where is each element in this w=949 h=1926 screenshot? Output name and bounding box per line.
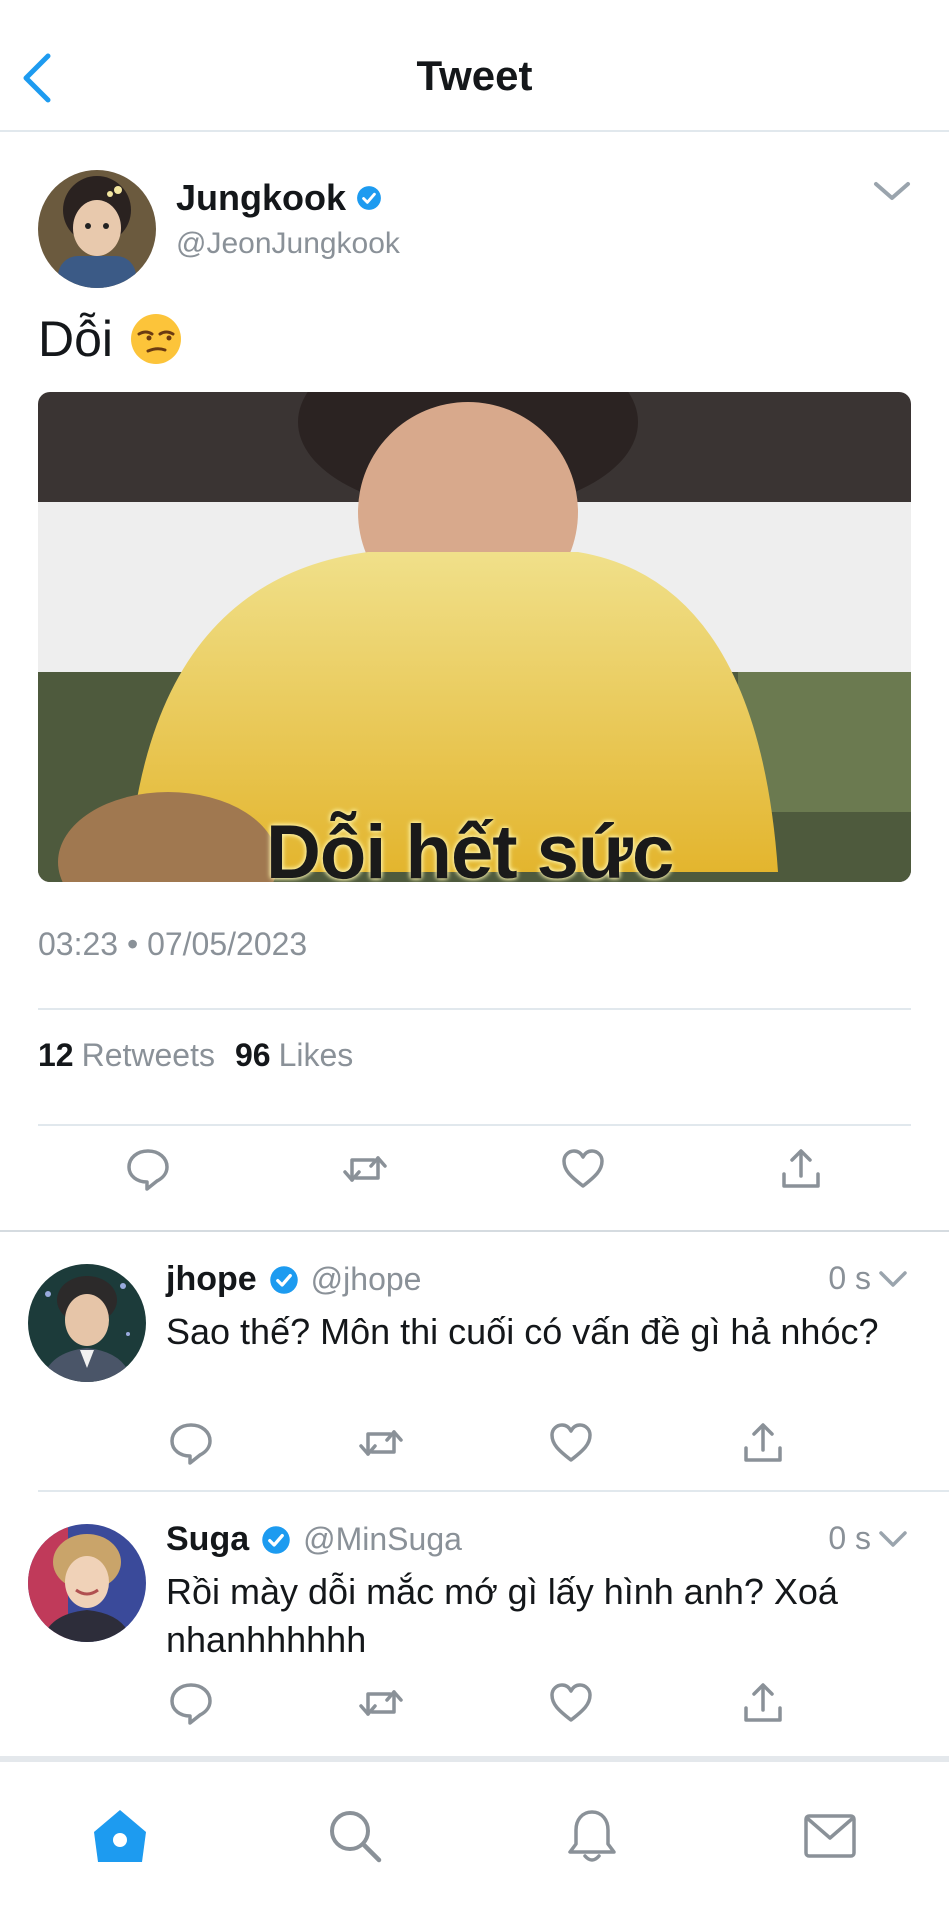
retweet-icon bbox=[359, 1430, 403, 1456]
retweet-button[interactable] bbox=[358, 1420, 404, 1466]
retweet-icon bbox=[359, 1690, 403, 1716]
bell-icon bbox=[568, 1810, 616, 1862]
reply-tweet[interactable]: Suga @MinSuga 0 s Rồi mày dỗi mắc mớ gì … bbox=[0, 1492, 949, 1750]
retweet-button[interactable] bbox=[342, 1146, 388, 1192]
author-name[interactable]: Jungkook bbox=[176, 177, 382, 219]
reply-time: 0 s bbox=[828, 1520, 909, 1557]
avatar-image bbox=[28, 1264, 146, 1382]
reply-time: 0 s bbox=[828, 1260, 909, 1297]
chevron-down-icon bbox=[874, 182, 910, 200]
tweet-stats: 12 Retweets 96 Likes bbox=[38, 1037, 353, 1074]
page-title: Tweet bbox=[416, 52, 533, 99]
reply-button[interactable] bbox=[168, 1680, 214, 1726]
reply-author-handle: @MinSuga bbox=[303, 1521, 462, 1557]
reply-time-text: 0 s bbox=[828, 1520, 871, 1556]
verified-badge-icon bbox=[262, 1525, 290, 1554]
avatar[interactable] bbox=[28, 1264, 146, 1382]
retweets-count[interactable]: 12 bbox=[38, 1037, 74, 1074]
tweet-actions bbox=[0, 1132, 949, 1212]
mail-icon bbox=[804, 1814, 856, 1858]
share-icon bbox=[744, 1423, 782, 1462]
retweet-icon bbox=[343, 1156, 387, 1182]
reply-icon bbox=[170, 1683, 212, 1725]
heart-icon bbox=[550, 1423, 592, 1462]
reply-icon bbox=[170, 1423, 212, 1465]
reply-author-name: Suga bbox=[166, 1520, 250, 1558]
share-button[interactable] bbox=[740, 1420, 786, 1466]
reply-button[interactable] bbox=[125, 1146, 171, 1192]
reply-button[interactable] bbox=[168, 1420, 214, 1466]
author-handle[interactable]: @JeonJungkook bbox=[176, 227, 400, 261]
like-button[interactable] bbox=[548, 1680, 594, 1726]
retweets-label[interactable]: Retweets bbox=[82, 1037, 215, 1074]
tab-messages[interactable] bbox=[800, 1806, 860, 1866]
reply-icon bbox=[127, 1149, 169, 1191]
share-icon bbox=[744, 1683, 782, 1722]
like-button[interactable] bbox=[560, 1146, 606, 1192]
verified-badge-icon bbox=[269, 1265, 298, 1294]
likes-label[interactable]: Likes bbox=[279, 1037, 354, 1074]
media-caption: Dỗi hết sức bbox=[266, 810, 674, 882]
reply-author-name: jhope bbox=[166, 1260, 257, 1298]
reply-author[interactable]: Suga @MinSuga bbox=[166, 1520, 462, 1559]
chevron-down-icon[interactable] bbox=[877, 1267, 909, 1291]
tweet-text-body: Dỗi bbox=[38, 311, 114, 367]
divider bbox=[38, 1008, 911, 1010]
tab-notifications[interactable] bbox=[562, 1806, 622, 1866]
reply-text: Sao thế? Môn thi cuối có vấn đề gì hả nh… bbox=[166, 1311, 879, 1352]
tweet-text: Dỗi bbox=[38, 310, 183, 368]
search-icon bbox=[330, 1811, 382, 1863]
author-name-text: Jungkook bbox=[176, 177, 347, 218]
tweet-timestamp: 03:23 • 07/05/2023 bbox=[38, 926, 308, 962]
home-icon bbox=[94, 1810, 146, 1862]
reply-time-text: 0 s bbox=[828, 1260, 871, 1296]
tab-home[interactable] bbox=[90, 1806, 150, 1866]
tab-search[interactable] bbox=[325, 1806, 385, 1866]
reply-author[interactable]: jhope @jhope bbox=[166, 1260, 421, 1299]
share-icon bbox=[782, 1149, 820, 1188]
avatar[interactable] bbox=[38, 170, 156, 288]
likes-count[interactable]: 96 bbox=[235, 1037, 271, 1074]
avatar-image bbox=[28, 1524, 146, 1642]
share-button[interactable] bbox=[778, 1146, 824, 1192]
retweet-button[interactable] bbox=[358, 1680, 404, 1726]
heart-icon bbox=[562, 1149, 604, 1188]
divider bbox=[38, 1124, 911, 1126]
tweet-menu-button[interactable] bbox=[870, 172, 914, 212]
tweet-media-image[interactable]: Dỗi hết sức bbox=[38, 392, 911, 882]
share-button[interactable] bbox=[740, 1680, 786, 1726]
bottom-tab-bar bbox=[0, 1756, 949, 1926]
unamused-face-icon bbox=[131, 314, 182, 364]
chevron-down-icon[interactable] bbox=[877, 1527, 909, 1551]
reply-author-handle: @jhope bbox=[310, 1261, 422, 1297]
heart-icon bbox=[550, 1683, 592, 1722]
like-button[interactable] bbox=[548, 1420, 594, 1466]
stats-gap bbox=[215, 1037, 235, 1074]
top-bar: Tweet bbox=[0, 0, 949, 132]
avatar-image bbox=[38, 170, 156, 288]
reply-text: Rồi mày dỗi mắc mớ gì lấy hình anh? Xoá … bbox=[166, 1571, 838, 1660]
reply-tweet[interactable]: jhope @jhope 0 s Sao thế? Môn thi cuối c… bbox=[0, 1232, 949, 1490]
avatar[interactable] bbox=[28, 1524, 146, 1642]
verified-badge-icon bbox=[357, 186, 381, 210]
